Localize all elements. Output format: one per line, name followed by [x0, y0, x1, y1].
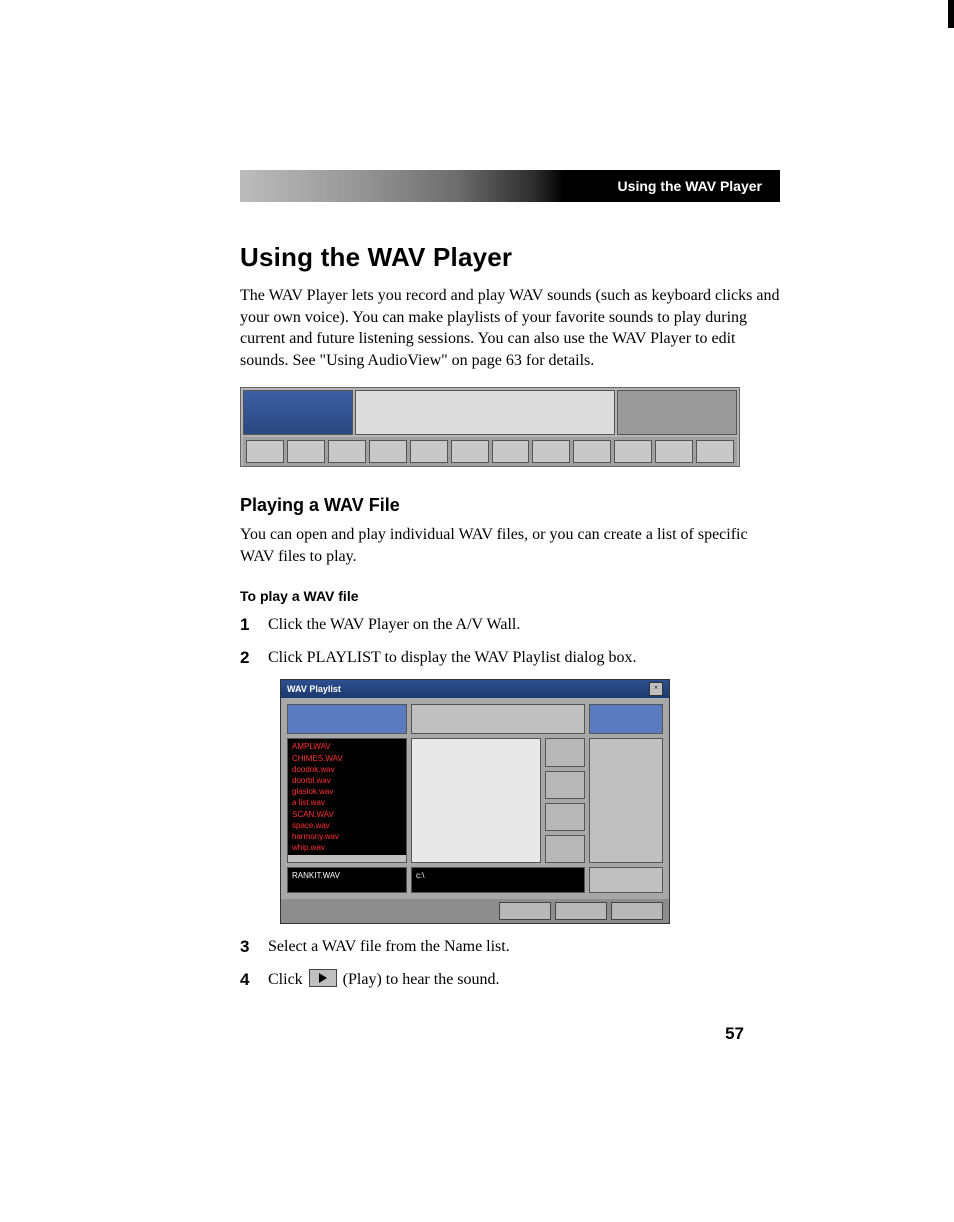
section-intro: You can open and play individual WAV fil…	[240, 524, 780, 567]
procedure-steps: 1 Click the WAV Player on the A/V Wall. …	[240, 614, 780, 670]
playlist-panel	[589, 738, 663, 863]
directory-panel	[411, 738, 541, 863]
file-list: AMPLWAV CHIMES.WAV doodok.wav doorbl.wav…	[288, 739, 406, 855]
list-item: doorbl.wav	[292, 775, 402, 786]
action-button	[545, 738, 585, 766]
list-item: doodok.wav	[292, 764, 402, 775]
name-list-panel: AMPLWAV CHIMES.WAV doodok.wav doorbl.wav…	[287, 738, 407, 863]
action-buttons-column	[545, 738, 585, 863]
dialog-titlebar: WAV Playlist ×	[281, 680, 669, 698]
step-text: Click PLAYLIST to display the WAV Playli…	[268, 647, 780, 669]
step-item: 1 Click the WAV Player on the A/V Wall.	[240, 614, 780, 637]
screenshot-button	[614, 440, 652, 464]
screenshot-button	[696, 440, 734, 464]
step-item: 3 Select a WAV file from the Name list.	[240, 936, 780, 959]
action-button	[545, 835, 585, 863]
screenshot-button	[246, 440, 284, 464]
page-edge-mark	[948, 0, 954, 28]
list-item: whip.wav	[292, 842, 402, 853]
procedure-heading: To play a WAV file	[240, 588, 780, 604]
screenshot-region	[617, 390, 737, 434]
step4-suffix: (Play) to hear the sound.	[343, 971, 500, 988]
dialog-footer	[281, 899, 669, 923]
page-number: 57	[725, 1024, 744, 1044]
screenshot-button	[369, 440, 407, 464]
screenshot-region	[243, 390, 353, 434]
wav-playlist-dialog-screenshot: WAV Playlist × AMPLWAV CHIMES.WAV doodok…	[280, 679, 670, 924]
screenshot-button	[573, 440, 611, 464]
list-item: harmony.wav	[292, 831, 402, 842]
step-number: 3	[240, 936, 268, 959]
screenshot-button	[532, 440, 570, 464]
footer-button	[499, 902, 551, 920]
step-number: 1	[240, 614, 268, 637]
close-icon: ×	[649, 682, 663, 696]
dialog-panel	[589, 867, 663, 893]
dialog-body: AMPLWAV CHIMES.WAV doodok.wav doorbl.wav…	[281, 698, 669, 899]
procedure-steps-continued: 3 Select a WAV file from the Name list. …	[240, 936, 780, 992]
footer-button	[611, 902, 663, 920]
intro-paragraph: The WAV Player lets you record and play …	[240, 285, 780, 371]
screenshot-button	[492, 440, 530, 464]
screenshot-button	[655, 440, 693, 464]
footer-button	[555, 902, 607, 920]
list-item: AMPLWAV	[292, 741, 402, 752]
screenshot-button	[410, 440, 448, 464]
screenshot-region	[355, 390, 615, 434]
play-icon	[309, 969, 337, 987]
dialog-panel	[589, 704, 663, 734]
list-item: space.wav	[292, 820, 402, 831]
dialog-panel	[411, 704, 585, 734]
step-text: Click the WAV Player on the A/V Wall.	[268, 614, 780, 636]
step4-prefix: Click	[268, 971, 307, 988]
dialog-title: WAV Playlist	[287, 684, 341, 694]
action-button	[545, 771, 585, 799]
list-item: a list.wav	[292, 797, 402, 808]
step-text: Select a WAV file from the Name list.	[268, 936, 780, 958]
page-title: Using the WAV Player	[240, 242, 780, 273]
screenshot-toolbar	[243, 437, 737, 467]
wav-player-screenshot	[240, 387, 740, 467]
step-number: 4	[240, 969, 268, 992]
step-item: 2 Click PLAYLIST to display the WAV Play…	[240, 647, 780, 670]
list-item: SCAN.WAV	[292, 809, 402, 820]
section-heading: Playing a WAV File	[240, 495, 780, 516]
screenshot-button	[328, 440, 366, 464]
step-text: Click (Play) to hear the sound.	[268, 969, 780, 991]
chapter-header-bar: Using the WAV Player	[240, 170, 780, 202]
screenshot-button	[287, 440, 325, 464]
chapter-header-text: Using the WAV Player	[618, 178, 762, 194]
step-number: 2	[240, 647, 268, 670]
list-item: glaslok.wav	[292, 786, 402, 797]
name-field: RANKIT.WAV	[287, 867, 407, 893]
step-item: 4 Click (Play) to hear the sound.	[240, 969, 780, 992]
list-item: CHIMES.WAV	[292, 753, 402, 764]
action-button	[545, 803, 585, 831]
page-content: Using the WAV Player Using the WAV Playe…	[240, 170, 780, 1002]
screenshot-button	[451, 440, 489, 464]
drives-field: c:\	[411, 867, 585, 893]
dialog-panel	[287, 704, 407, 734]
